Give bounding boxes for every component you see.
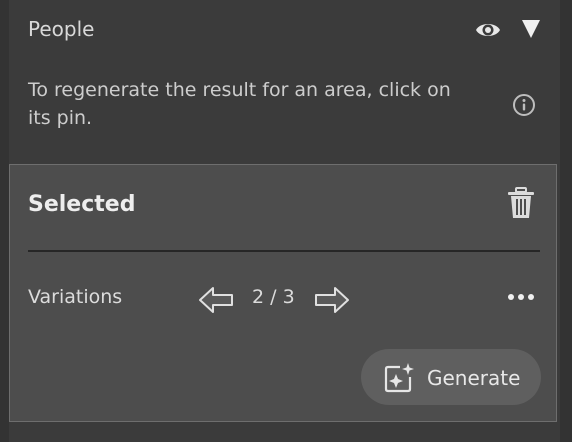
next-section-edge [9,422,560,442]
trash-icon [508,187,534,218]
regenerate-instructions: To regenerate the result for an area, cl… [28,79,451,129]
triangle-down-icon [522,20,540,38]
eye-icon [476,24,500,36]
selected-card: Selected Variations 2 / 3 Generate [9,164,557,422]
ellipsis-icon [508,294,534,300]
next-variation-button[interactable] [314,285,350,315]
card-divider [28,250,540,252]
info-button[interactable] [512,93,536,117]
variation-counter: 2 / 3 [252,286,295,308]
generate-button[interactable]: Generate [361,349,541,405]
collapse-button[interactable] [521,18,541,40]
section-title: People [28,17,95,41]
generate-label: Generate [427,366,521,390]
more-options-button[interactable] [506,287,536,307]
selected-title: Selected [28,192,136,217]
arrow-right-icon [315,287,349,313]
delete-button[interactable] [506,187,536,219]
sparkle-generate-icon [384,363,414,393]
panel-left-edge [0,0,9,442]
people-section-header: People [9,0,560,62]
info-icon [513,94,535,116]
arrow-left-icon [199,287,233,313]
visibility-toggle[interactable] [475,19,501,41]
variations-label: Variations [28,286,123,308]
previous-variation-button[interactable] [198,285,234,315]
panel-right-edge [560,0,572,442]
